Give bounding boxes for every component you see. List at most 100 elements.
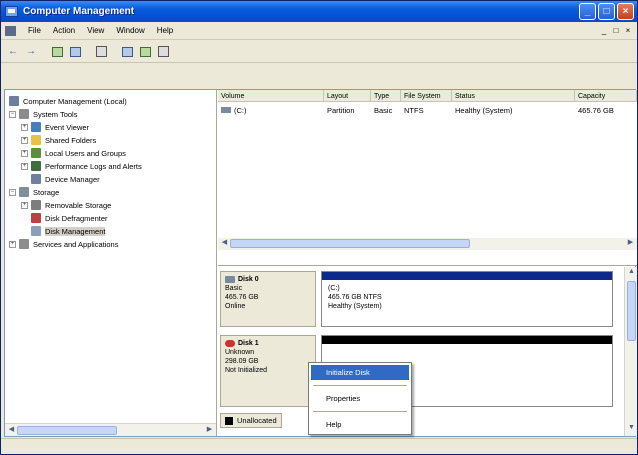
menu-help[interactable]: Help bbox=[151, 26, 179, 35]
disk-error-icon bbox=[225, 340, 235, 347]
disk-name: Disk 0 bbox=[238, 276, 259, 283]
menu-action[interactable]: Action bbox=[47, 26, 81, 35]
scroll-right-arrow-icon[interactable]: ▶ bbox=[625, 238, 636, 249]
column-header-file-system[interactable]: File System bbox=[401, 90, 452, 102]
tree-item-performance-logs[interactable]: + Performance Logs and Alerts bbox=[21, 160, 142, 172]
column-header-volume[interactable]: Volume bbox=[218, 90, 324, 102]
volume-list: Volume Layout Type File System Status Ca… bbox=[218, 90, 637, 266]
disk-0-label[interactable]: Disk 0 Basic 465.76 GB Online bbox=[220, 271, 316, 327]
legend-unallocated: Unallocated bbox=[237, 416, 277, 425]
disk-icon bbox=[225, 276, 235, 283]
scroll-thumb[interactable] bbox=[627, 281, 636, 341]
unallocated-swatch bbox=[225, 416, 233, 425]
menu-item-help[interactable]: Help bbox=[311, 417, 409, 432]
expand-icon[interactable]: + bbox=[21, 123, 28, 131]
volume-name: (C:) bbox=[234, 105, 247, 115]
disk-size: 465.76 GB bbox=[225, 294, 259, 301]
expand-icon[interactable]: + bbox=[9, 240, 16, 248]
expand-icon[interactable]: + bbox=[21, 162, 28, 170]
scroll-up-arrow-icon[interactable]: ▲ bbox=[626, 268, 637, 279]
disk-type: Basic bbox=[225, 285, 243, 292]
tree-item-shared-folders[interactable]: + Shared Folders bbox=[21, 134, 96, 146]
volume-list-header: Volume Layout Type File System Status Ca… bbox=[218, 90, 637, 102]
collapse-icon[interactable]: − bbox=[9, 110, 16, 118]
maximize-button[interactable]: □ bbox=[598, 3, 615, 20]
tree-label: Local Users and Groups bbox=[45, 148, 126, 158]
scroll-thumb[interactable] bbox=[17, 426, 117, 435]
mdi-restore-button[interactable]: □ bbox=[611, 25, 621, 35]
column-header-capacity[interactable]: Capacity bbox=[575, 90, 637, 102]
toolbar-separator bbox=[42, 45, 46, 59]
volume-list-horizontal-scrollbar[interactable]: ◀ ▶ bbox=[218, 238, 637, 250]
type-cell: Basic bbox=[374, 105, 393, 115]
tree-horizontal-scrollbar[interactable]: ◀ ▶ bbox=[5, 423, 216, 436]
back-arrow-icon[interactable]: ← bbox=[6, 45, 20, 59]
tree-item-disk-defragmenter[interactable]: Disk Defragmenter bbox=[31, 212, 108, 224]
title-bar[interactable]: Computer Management _ □ × bbox=[1, 1, 637, 22]
expand-icon[interactable]: + bbox=[21, 149, 28, 157]
expand-icon[interactable]: + bbox=[21, 136, 28, 144]
tree-item-storage[interactable]: − Storage bbox=[9, 186, 59, 198]
collapse-icon[interactable]: − bbox=[9, 188, 16, 196]
disk-view-vertical-scrollbar[interactable]: ▲ ▼ bbox=[624, 267, 637, 436]
column-header-layout[interactable]: Layout bbox=[324, 90, 371, 102]
services-icon bbox=[19, 239, 29, 249]
disk-0-partition-c[interactable]: (C:) 465.76 GB NTFS Healthy (System) bbox=[321, 271, 613, 327]
up-folder-icon[interactable] bbox=[50, 45, 64, 59]
drive-icon bbox=[221, 107, 231, 113]
status-cell: Healthy (System) bbox=[455, 105, 513, 115]
minimize-button[interactable]: _ bbox=[579, 3, 596, 20]
scroll-thumb[interactable] bbox=[230, 239, 470, 248]
tree-item-system-tools[interactable]: − System Tools bbox=[9, 108, 77, 120]
tree-label: Shared Folders bbox=[45, 135, 97, 145]
tree-label: Disk Management bbox=[45, 226, 106, 236]
menu-view[interactable]: View bbox=[81, 26, 110, 35]
tree-item-event-viewer[interactable]: + Event Viewer bbox=[21, 121, 89, 133]
column-header-type[interactable]: Type bbox=[371, 90, 401, 102]
tree-label: Storage bbox=[33, 187, 60, 197]
tree-item-services[interactable]: + Services and Applications bbox=[9, 238, 118, 250]
properties-icon[interactable] bbox=[120, 45, 134, 59]
menu-file[interactable]: File bbox=[22, 26, 47, 35]
tree-item-root[interactable]: Computer Management (Local) bbox=[9, 95, 127, 107]
computer-icon bbox=[9, 96, 19, 106]
menu-item-properties[interactable]: Properties bbox=[311, 391, 409, 406]
menu-item-initialize-disk[interactable]: Initialize Disk bbox=[311, 365, 409, 380]
tree-label: Services and Applications bbox=[33, 239, 119, 249]
tree-item-local-users[interactable]: + Local Users and Groups bbox=[21, 147, 126, 159]
close-button[interactable]: × bbox=[617, 3, 634, 20]
expand-icon[interactable]: + bbox=[21, 201, 28, 209]
tree-item-disk-management[interactable]: Disk Management bbox=[31, 225, 106, 237]
volume-row[interactable]: (C:) Partition Basic NTFS Healthy (Syste… bbox=[218, 104, 637, 116]
event-viewer-icon bbox=[31, 122, 41, 132]
scroll-left-arrow-icon[interactable]: ◀ bbox=[219, 238, 230, 249]
device-manager-icon bbox=[31, 174, 41, 184]
disk-type: Unknown bbox=[225, 349, 255, 356]
column-header-status[interactable]: Status bbox=[452, 90, 575, 102]
scroll-down-arrow-icon[interactable]: ▼ bbox=[626, 424, 637, 435]
new-window-icon[interactable] bbox=[138, 45, 152, 59]
disk-1-label[interactable]: Disk 1 Unknown 298.09 GB Not Initialized bbox=[220, 335, 316, 407]
tree-item-removable-storage[interactable]: + Removable Storage bbox=[21, 199, 111, 211]
status-bar bbox=[1, 438, 637, 454]
mmc-document-icon[interactable] bbox=[5, 25, 16, 36]
scroll-left-arrow-icon[interactable]: ◀ bbox=[6, 425, 17, 436]
menu-window[interactable]: Window bbox=[110, 26, 150, 35]
mdi-minimize-button[interactable]: _ bbox=[599, 25, 609, 35]
tree-label: Removable Storage bbox=[45, 200, 112, 210]
tree-item-device-manager[interactable]: Device Manager bbox=[31, 173, 100, 185]
partition-status: Healthy (System) bbox=[328, 303, 382, 310]
forward-arrow-icon[interactable]: → bbox=[24, 45, 38, 59]
mdi-close-button[interactable]: × bbox=[623, 25, 633, 35]
toolbar-separator bbox=[86, 45, 90, 59]
removable-storage-icon bbox=[31, 200, 41, 210]
capacity-cell: 465.76 GB bbox=[578, 105, 614, 115]
show-hide-tree-icon[interactable] bbox=[68, 45, 82, 59]
tree-label: Device Manager bbox=[45, 174, 100, 184]
context-menu: Initialize Disk Properties Help bbox=[308, 362, 412, 435]
console-icon[interactable] bbox=[156, 45, 170, 59]
performance-icon bbox=[31, 161, 41, 171]
shared-folder-icon bbox=[31, 135, 41, 145]
help-icon[interactable] bbox=[94, 45, 108, 59]
scroll-right-arrow-icon[interactable]: ▶ bbox=[204, 425, 215, 436]
